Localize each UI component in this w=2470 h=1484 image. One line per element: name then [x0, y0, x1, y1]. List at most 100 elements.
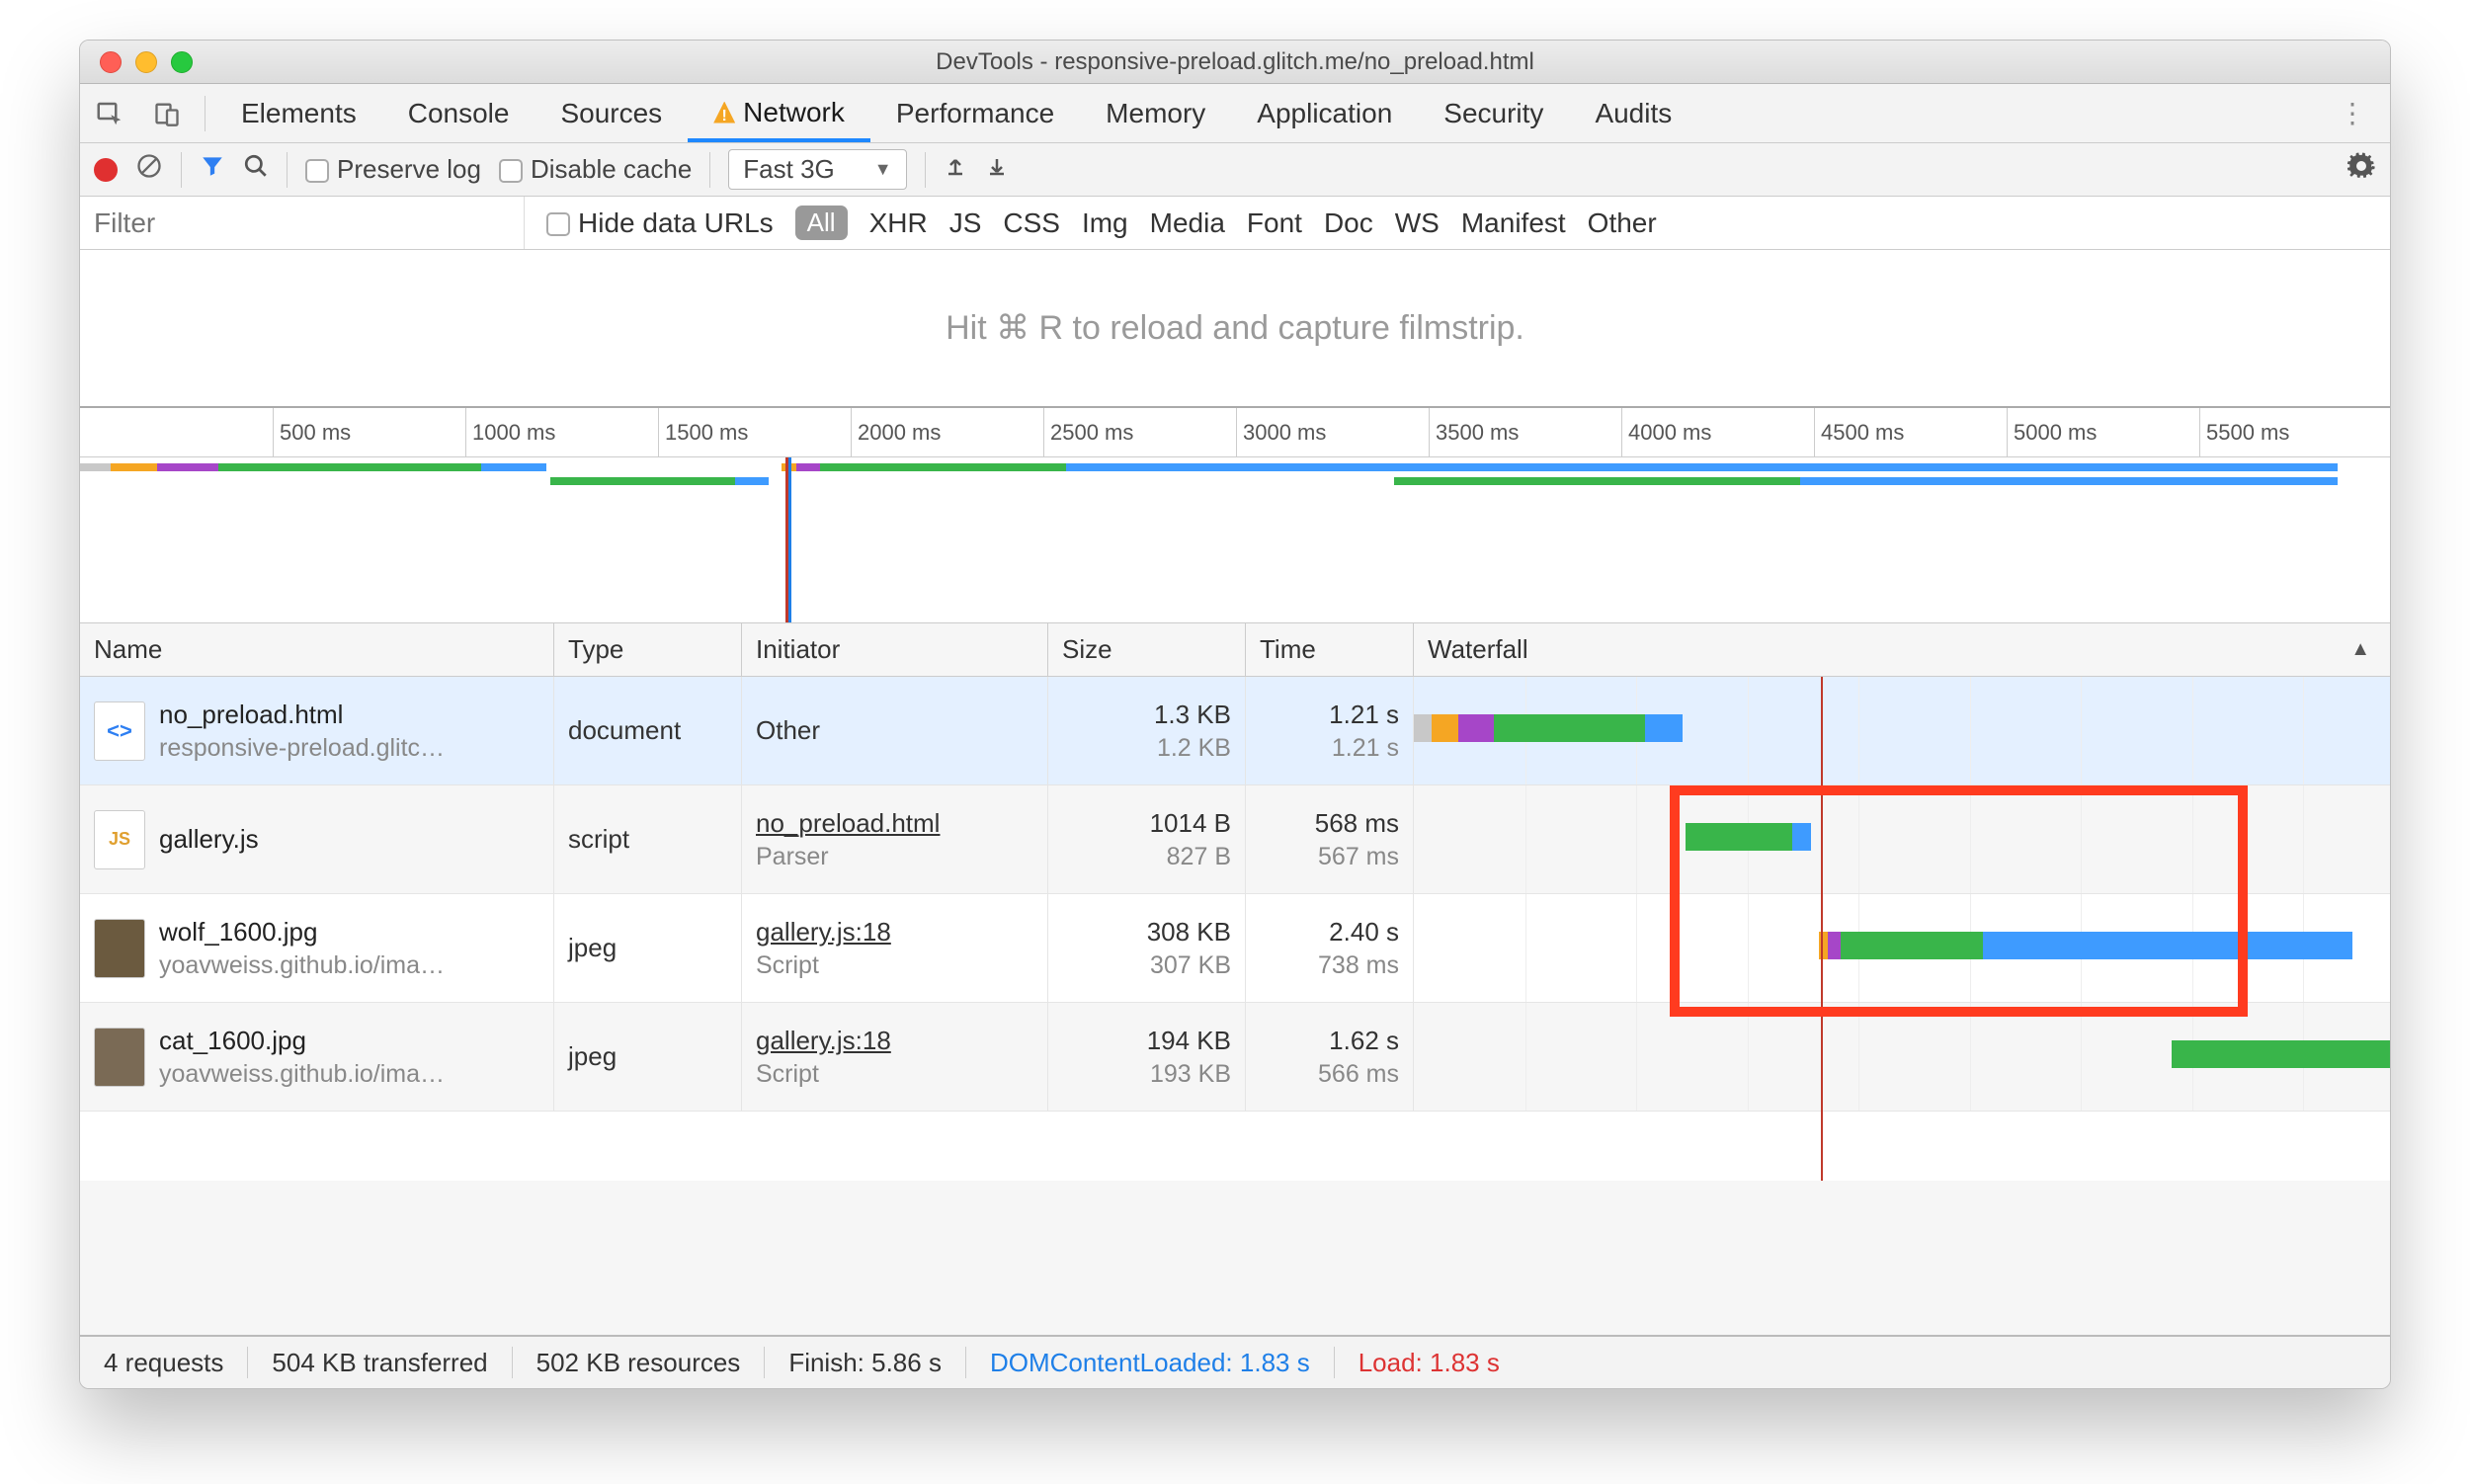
device-toolbar-icon[interactable] [149, 96, 185, 131]
overview-tick: 4000 ms [1621, 408, 1711, 457]
request-domain: responsive-preload.glitc… [159, 734, 445, 763]
col-initiator[interactable]: Initiator [742, 623, 1048, 676]
record-button[interactable] [94, 158, 118, 182]
request-type: document [554, 677, 742, 784]
request-name: gallery.js [159, 824, 259, 855]
clear-button[interactable] [135, 152, 163, 187]
request-type: script [554, 785, 742, 893]
panel-tabs: Elements Console Sources Network Perform… [80, 84, 2390, 143]
request-initiator-type: Script [756, 1060, 1033, 1089]
hide-data-urls-label: Hide data URLs [578, 207, 774, 238]
tab-application[interactable]: Application [1231, 84, 1418, 142]
waterfall-cell [1414, 677, 2390, 784]
request-initiator-type: Parser [756, 843, 1033, 871]
request-type: jpeg [554, 1003, 742, 1111]
waterfall-cell [1414, 1003, 2390, 1111]
filter-type-font[interactable]: Font [1247, 207, 1302, 239]
table-row[interactable]: <>no_preload.htmlresponsive-preload.glit… [80, 677, 2390, 785]
filmstrip-hint: Hit ⌘ R to reload and capture filmstrip. [80, 250, 2390, 408]
upload-har-icon[interactable] [944, 154, 967, 185]
filter-type-js[interactable]: JS [949, 207, 982, 239]
filter-type-media[interactable]: Media [1150, 207, 1225, 239]
table-row[interactable]: JSgallery.jsscriptno_preload.htmlParser1… [80, 785, 2390, 894]
tab-console[interactable]: Console [382, 84, 535, 142]
tab-audits[interactable]: Audits [1569, 84, 1697, 142]
devtools-window: DevTools - responsive-preload.glitch.me/… [79, 40, 2391, 1389]
status-transferred: 504 KB transferred [248, 1347, 512, 1377]
request-name: no_preload.html [159, 700, 445, 730]
request-time: 1.21 s [1329, 700, 1399, 730]
request-time-sub: 567 ms [1318, 843, 1399, 871]
load-marker [1821, 677, 1823, 1181]
request-initiator: Other [756, 715, 1033, 746]
filter-toggle-icon[interactable] [200, 153, 225, 186]
tab-elements[interactable]: Elements [215, 84, 382, 142]
status-bar: 4 requests 504 KB transferred 502 KB res… [80, 1335, 2390, 1388]
request-size: 1.3 KB [1154, 700, 1231, 730]
filter-type-doc[interactable]: Doc [1324, 207, 1373, 239]
timeline-overview[interactable]: 500 ms1000 ms1500 ms2000 ms2500 ms3000 m… [80, 408, 2390, 623]
request-initiator-link[interactable]: no_preload.html [756, 808, 1033, 839]
network-toolbar: Preserve log Disable cache Fast 3G ▼ [80, 143, 2390, 197]
tab-sources[interactable]: Sources [535, 84, 688, 142]
overview-tick: 500 ms [273, 408, 351, 457]
status-finish: Finish: 5.86 s [765, 1347, 966, 1377]
request-name: cat_1600.jpg [159, 1026, 445, 1056]
tab-performance[interactable]: Performance [870, 84, 1080, 142]
settings-gear-icon[interactable] [2346, 151, 2376, 188]
tab-memory[interactable]: Memory [1080, 84, 1231, 142]
search-icon[interactable] [243, 153, 269, 186]
request-size: 308 KB [1147, 917, 1231, 948]
request-size-sub: 827 B [1167, 843, 1231, 871]
filter-type-img[interactable]: Img [1082, 207, 1128, 239]
request-name: wolf_1600.jpg [159, 917, 445, 948]
window-title: DevTools - responsive-preload.glitch.me/… [80, 48, 2390, 76]
filter-type-xhr[interactable]: XHR [869, 207, 928, 239]
request-size-sub: 193 KB [1150, 1060, 1231, 1089]
request-initiator-link[interactable]: gallery.js:18 [756, 917, 1033, 948]
waterfall-cell [1414, 785, 2390, 893]
overview-tick: 5500 ms [2199, 408, 2289, 457]
overview-tick: 2500 ms [1043, 408, 1133, 457]
tab-security[interactable]: Security [1418, 84, 1569, 142]
table-row[interactable]: wolf_1600.jpgyoavweiss.github.io/ima…jpe… [80, 894, 2390, 1003]
preserve-log-checkbox[interactable]: Preserve log [305, 154, 481, 185]
col-time[interactable]: Time [1246, 623, 1414, 676]
chevron-down-icon: ▼ [874, 159, 892, 180]
overview-tick: 3000 ms [1236, 408, 1326, 457]
throttle-select[interactable]: Fast 3G ▼ [728, 149, 906, 190]
request-time: 2.40 s [1329, 917, 1399, 948]
request-initiator-link[interactable]: gallery.js:18 [756, 1026, 1033, 1056]
overview-tick: 1000 ms [465, 408, 555, 457]
disable-cache-checkbox[interactable]: Disable cache [499, 154, 692, 185]
hide-data-urls-checkbox[interactable]: Hide data URLs [546, 207, 774, 239]
tab-network-label: Network [743, 97, 845, 128]
inspect-element-icon[interactable] [92, 96, 127, 131]
filter-type-ws[interactable]: WS [1395, 207, 1440, 239]
request-domain: yoavweiss.github.io/ima… [159, 1060, 445, 1089]
tab-network[interactable]: Network [688, 84, 870, 142]
table-row[interactable]: cat_1600.jpg yoavweiss.github.io/ima… jpeg… [80, 1003, 2390, 1112]
overview-ruler: 500 ms1000 ms1500 ms2000 ms2500 ms3000 m… [80, 408, 2390, 457]
status-resources: 502 KB resources [513, 1347, 766, 1377]
filter-type-all[interactable]: All [795, 206, 848, 240]
more-menu-icon[interactable]: ⋮ [2327, 97, 2378, 129]
request-time-sub: 566 ms [1318, 1060, 1399, 1089]
request-time: 568 ms [1315, 808, 1399, 839]
status-requests: 4 requests [80, 1347, 248, 1377]
col-waterfall[interactable]: Waterfall▲ [1414, 623, 2390, 676]
download-har-icon[interactable] [985, 154, 1009, 185]
filter-input[interactable] [80, 197, 525, 249]
col-type[interactable]: Type [554, 623, 742, 676]
waterfall-cell [1414, 894, 2390, 1002]
filter-type-other[interactable]: Other [1588, 207, 1657, 239]
request-initiator-type: Script [756, 951, 1033, 980]
throttle-value: Fast 3G [743, 154, 834, 185]
filter-bar: Hide data URLs All XHR JS CSS Img Media … [80, 197, 2390, 250]
warning-icon [713, 102, 735, 124]
filter-type-manifest[interactable]: Manifest [1461, 207, 1566, 239]
request-size: 194 KB [1147, 1026, 1231, 1056]
col-size[interactable]: Size [1048, 623, 1246, 676]
filter-type-css[interactable]: CSS [1003, 207, 1060, 239]
col-name[interactable]: Name [80, 623, 554, 676]
